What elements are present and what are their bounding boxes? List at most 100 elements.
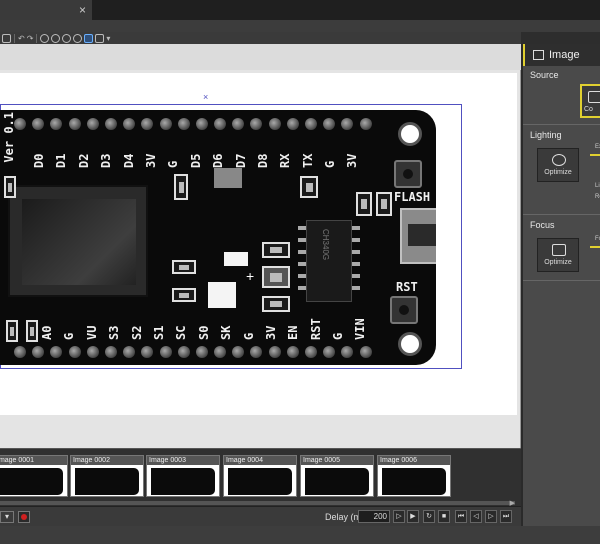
last-frame-icon[interactable]: ⏭ — [500, 510, 512, 523]
thumbnail-scrollbar[interactable]: ▶ — [0, 500, 515, 507]
thumbnail-image — [151, 468, 215, 495]
lighting-reset-label[interactable]: Re — [595, 194, 600, 200]
playback-dropdown[interactable]: ▾ — [0, 511, 14, 523]
pcb-image: Ver 0.1 D0 D1 D2 D3 D4 3V G D5 D6 D7 D8 … — [0, 110, 436, 365]
zoom-fit-icon[interactable] — [62, 33, 72, 43]
delay-input[interactable]: 200 — [358, 510, 390, 523]
camera-icon — [588, 91, 600, 103]
image-canvas[interactable]: × Ver 0.1 D0 D1 D2 D3 D4 3V G D5 D6 D7 D… — [0, 73, 517, 415]
viewport-top-margin — [0, 44, 521, 70]
roi-handle-icon[interactable]: × — [203, 92, 208, 102]
document-tab[interactable]: × — [0, 0, 92, 20]
pin-label: D5 — [188, 153, 203, 168]
thumbnail[interactable]: Image 0002 — [70, 455, 144, 497]
app-window: × ↶ ↷ ▾ × Ver 0.1 D0 D1 D2 D3 D4 3V G D5… — [0, 0, 600, 544]
pin-hole — [214, 118, 227, 130]
pin-hole — [50, 346, 63, 358]
pin-hole — [214, 346, 227, 358]
previous-frame-icon[interactable]: ◁ — [470, 510, 482, 523]
chip-pin — [298, 226, 306, 230]
smd-component — [172, 260, 196, 274]
pin-hole — [341, 346, 354, 358]
pin-label: SC — [174, 325, 189, 340]
pin-hole — [177, 118, 190, 130]
pin-hole — [141, 346, 154, 358]
camera-source-button[interactable]: Co — [580, 84, 600, 118]
thumbnail[interactable]: Image 0004 — [223, 455, 297, 497]
tab-close-icon[interactable]: × — [79, 3, 86, 17]
pin-hole — [195, 346, 208, 358]
image-icon[interactable] — [95, 33, 105, 43]
flash-label: FLASH — [394, 190, 431, 204]
pin-label: RX — [278, 153, 293, 168]
next-frame-icon[interactable]: ▷ — [485, 510, 497, 523]
pin-hole — [232, 346, 245, 358]
thumbnail[interactable]: Image 0003 — [146, 455, 220, 497]
first-frame-icon[interactable]: ⏮ — [455, 510, 467, 523]
open-icon[interactable] — [2, 33, 11, 43]
thumbnail-image — [228, 468, 292, 495]
redo-icon[interactable]: ↷ — [27, 34, 34, 43]
stop-icon[interactable]: ■ — [438, 510, 450, 523]
zoom-out-icon[interactable] — [51, 33, 61, 43]
pin-label: 3V — [143, 153, 158, 168]
smd-component — [356, 192, 372, 216]
zoom-100-icon[interactable] — [73, 33, 83, 43]
mounting-hole — [398, 122, 422, 146]
focus-optimize-button[interactable]: Optimize — [537, 238, 579, 272]
pin-label: SK — [219, 325, 234, 340]
pin-label: D7 — [233, 153, 248, 168]
pin-label: S2 — [129, 325, 144, 340]
section-divider — [523, 280, 600, 281]
pin-hole — [14, 346, 26, 358]
focus-section-label: Focus — [530, 220, 555, 230]
pin-hole — [250, 346, 263, 358]
chevron-down-icon[interactable]: ▾ — [106, 34, 110, 43]
thumbnail[interactable]: Image 0006 — [377, 455, 451, 497]
crystal-component — [214, 168, 242, 188]
focus-slider[interactable] — [590, 246, 600, 248]
loop-icon[interactable]: ↻ — [423, 510, 435, 523]
chip-pin — [298, 238, 306, 242]
wifi-module — [8, 185, 148, 297]
pin-hole — [341, 118, 354, 130]
pin-label: G — [166, 160, 181, 168]
smd-component — [6, 320, 18, 342]
lighting-optimize-button[interactable]: Optimize — [537, 148, 579, 182]
section-divider — [523, 124, 600, 125]
pin-label: S0 — [196, 325, 211, 340]
header-strip — [0, 20, 600, 32]
chip-pin — [298, 250, 306, 254]
pin-hole — [86, 118, 99, 130]
pin-hole — [104, 346, 117, 358]
play-icon[interactable]: ▶ — [407, 510, 419, 523]
step-forward-icon[interactable]: ▷ — [393, 510, 405, 523]
chip-pin — [352, 262, 360, 266]
pin-hole — [32, 118, 45, 130]
zoom-region-icon[interactable] — [84, 33, 94, 43]
pin-hole — [68, 118, 81, 130]
zoom-in-icon[interactable] — [40, 33, 50, 43]
thumbnail[interactable]: Image 0005 — [300, 455, 374, 497]
source-section-label: Source — [530, 70, 559, 80]
pin-hole — [250, 118, 263, 130]
pin-label: D1 — [54, 153, 69, 168]
undo-icon[interactable]: ↶ — [18, 34, 25, 43]
panel-header: Image — [523, 44, 600, 66]
pin-label: G — [323, 160, 338, 168]
record-button[interactable] — [18, 511, 30, 523]
smd-component — [262, 242, 290, 258]
exposure-slider[interactable] — [590, 154, 600, 156]
image-viewport[interactable]: × Ver 0.1 D0 D1 D2 D3 D4 3V G D5 D6 D7 D… — [0, 70, 521, 448]
thumbnail-label: Image 0001 — [0, 456, 67, 465]
pin-label: D4 — [121, 153, 136, 168]
pin-label: G — [62, 332, 77, 340]
pin-label: S3 — [107, 325, 122, 340]
pin-hole — [305, 118, 317, 130]
pin-label: RST — [308, 318, 323, 340]
viewport-footer — [0, 415, 517, 445]
crosshair-icon: + — [246, 268, 255, 284]
thumbnail[interactable]: Image 0001 — [0, 455, 68, 497]
pin-label: D0 — [32, 153, 46, 168]
flash-button — [394, 160, 422, 188]
